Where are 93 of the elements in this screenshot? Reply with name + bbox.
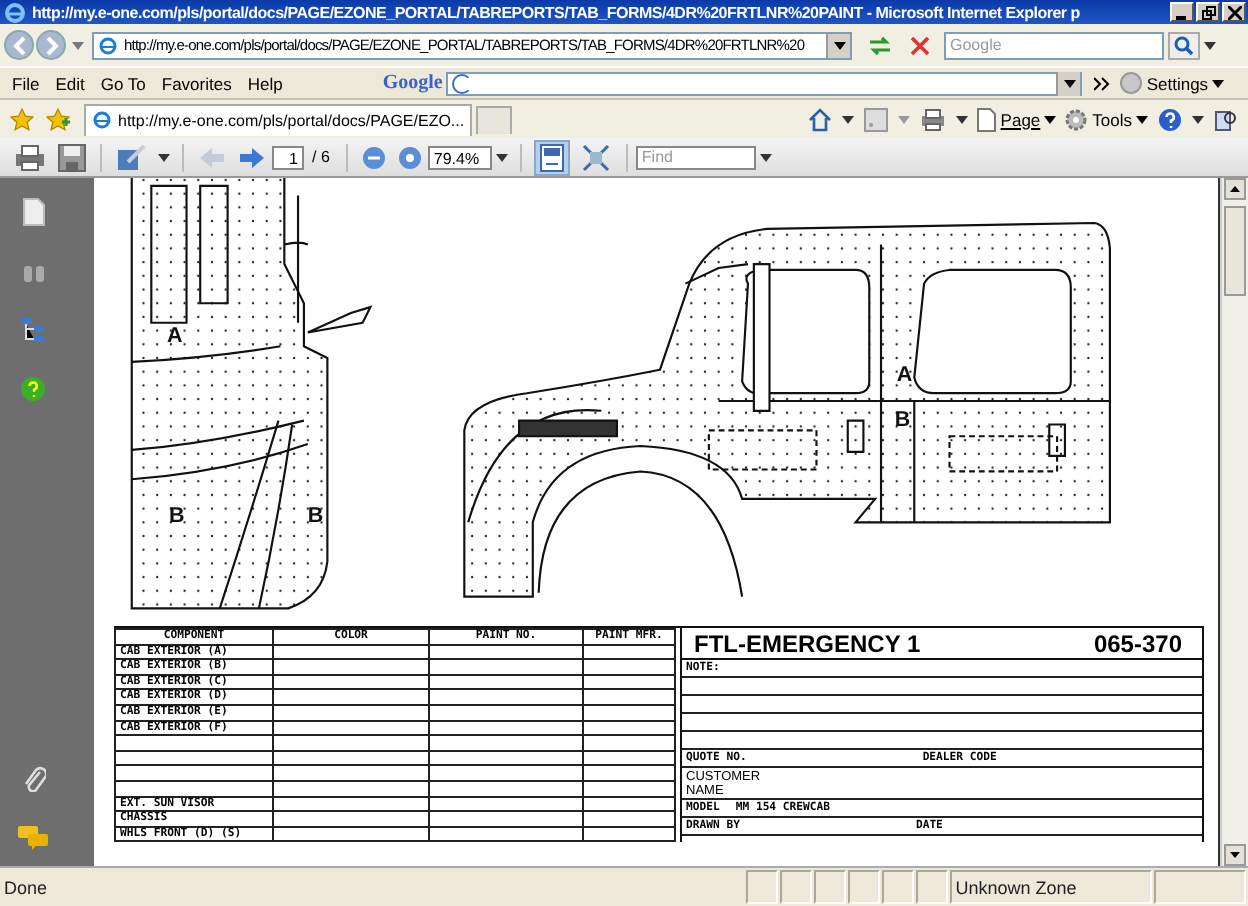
scroll-down-button[interactable] <box>1224 844 1246 866</box>
help-icon[interactable] <box>1158 107 1182 131</box>
pen-document-icon[interactable] <box>116 143 148 171</box>
caret-icon[interactable] <box>1192 115 1204 123</box>
status-panel <box>779 870 812 904</box>
find-field[interactable]: Find <box>635 145 756 169</box>
page-icon <box>98 35 118 55</box>
caret-icon[interactable] <box>158 153 170 161</box>
drawing-label: B <box>307 504 324 529</box>
drawing-label: A <box>896 363 913 388</box>
drawing-label: B <box>894 408 911 433</box>
scroll-thumb[interactable] <box>1224 206 1246 296</box>
paperclip-icon[interactable] <box>21 764 45 792</box>
print-icon[interactable] <box>920 107 947 131</box>
zoom-in-icon[interactable] <box>397 145 422 169</box>
form-title: FTL-EMERGENCY 1 <box>694 630 921 658</box>
fit-page-button[interactable] <box>533 139 570 175</box>
minimize-button[interactable] <box>1170 2 1194 22</box>
status-panel <box>881 870 914 904</box>
form-number: 065-370 <box>1093 630 1182 658</box>
security-zone: Unknown Zone <box>949 870 1153 904</box>
page-icon <box>92 110 112 130</box>
page-number-field[interactable]: 1 <box>272 145 304 169</box>
caret-icon[interactable] <box>956 115 969 123</box>
drawing-label: A <box>166 324 183 349</box>
page-menu-button[interactable]: Page <box>972 107 1061 131</box>
caret-icon <box>1136 115 1148 123</box>
next-page-icon[interactable] <box>238 145 266 169</box>
menu-item[interactable]: Favorites <box>153 73 240 93</box>
chevron-icon[interactable] <box>1094 75 1111 91</box>
star-icon[interactable] <box>10 107 34 131</box>
menu-item[interactable]: Go To <box>92 73 154 93</box>
home-icon[interactable] <box>808 107 833 131</box>
caret-icon <box>1063 79 1076 87</box>
dropdown-button[interactable] <box>826 33 850 57</box>
close-icon <box>1227 5 1241 19</box>
page-count: / 6 <box>312 148 330 166</box>
print-icon[interactable] <box>14 143 46 171</box>
caret-icon[interactable] <box>842 115 855 123</box>
status-panel <box>915 870 948 904</box>
browser-tab[interactable]: http://my.e-one.com/pls/portal/docs/PAGE/EZO... <box>84 103 473 135</box>
page-icon <box>539 143 564 171</box>
pages-icon[interactable] <box>21 198 45 226</box>
search-button[interactable] <box>1168 31 1200 59</box>
search-icon <box>1174 35 1194 55</box>
menu-item[interactable]: Help <box>239 73 291 93</box>
status-panel <box>746 870 778 904</box>
status-panel <box>1154 870 1247 904</box>
expand-icon <box>581 143 610 171</box>
toolbar-logo: Google <box>382 72 443 94</box>
document-icon <box>976 107 997 131</box>
status-panel <box>847 870 880 904</box>
caret-icon <box>1044 115 1057 123</box>
status-text: Done <box>2 875 50 901</box>
add-star-icon[interactable] <box>46 107 70 131</box>
menu-item[interactable]: File <box>4 73 48 93</box>
tree-icon[interactable] <box>21 318 45 342</box>
gear-icon <box>1064 107 1089 131</box>
window-title: http://my.e-one.com/pls/portal/docs/PAGE/EZONE_PORTAL/TABREPORTS/TAB_FORMS/4DR%20FRTLNR%20PAINT - Microsoft Internet Explorer p <box>32 3 1082 21</box>
menu-item[interactable]: Edit <box>47 73 93 93</box>
research-icon[interactable] <box>1214 107 1238 131</box>
toolbar-search-field[interactable] <box>446 71 1083 95</box>
caret-icon[interactable] <box>495 153 508 161</box>
zoom-field[interactable]: 79.4% <box>427 145 492 169</box>
fit-window-button[interactable] <box>577 139 614 175</box>
up-arrow-icon <box>1230 186 1240 192</box>
status-panel <box>813 870 846 904</box>
down-arrow-icon <box>1230 852 1240 858</box>
drawing-label: B <box>168 504 185 529</box>
save-icon[interactable] <box>58 143 86 171</box>
close-button[interactable] <box>1222 2 1246 22</box>
comments-icon[interactable] <box>17 826 49 850</box>
zoom-out-icon[interactable] <box>361 145 386 169</box>
restore-icon <box>1201 5 1215 19</box>
browser-logo-icon <box>4 1 26 23</box>
caret-icon <box>1212 79 1225 87</box>
table-cell <box>583 780 675 797</box>
refresh-icon[interactable] <box>866 33 894 57</box>
help-icon[interactable] <box>20 376 46 402</box>
scroll-up-button[interactable] <box>1224 178 1246 200</box>
caret-icon <box>833 41 845 49</box>
maximize-button[interactable] <box>1196 2 1220 22</box>
scrollbar[interactable] <box>1220 178 1248 866</box>
stop-icon[interactable] <box>906 33 934 57</box>
round-icon <box>1120 72 1143 94</box>
caret-icon[interactable] <box>1204 41 1216 49</box>
tools-menu-button[interactable]: Tools <box>1060 107 1152 131</box>
letter-g-icon <box>452 73 473 93</box>
settings-button[interactable]: Settings <box>1116 72 1229 94</box>
dropdown-button[interactable] <box>1056 71 1081 95</box>
caret-icon[interactable] <box>759 153 772 161</box>
search-field[interactable]: Google <box>944 31 1164 59</box>
table-cell <box>583 704 675 721</box>
